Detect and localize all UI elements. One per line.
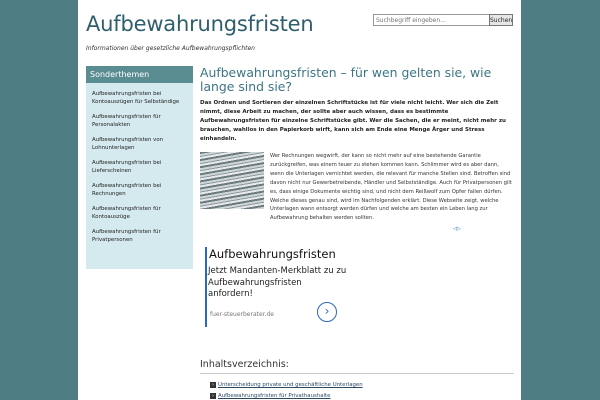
article-title: Aufbewahrungsfristen – für wen gelten si… — [200, 65, 492, 94]
page-container: Aufbewahrungsfristen Informationen über … — [78, 0, 521, 400]
document-stack-image — [200, 152, 264, 209]
sidebar-item-kontoauszuege[interactable]: Aufbewahrungsfristen für Kontoauszüge — [86, 205, 193, 221]
main-content: Aufbewahrungsfristen – für wen gelten si… — [200, 65, 516, 399]
ad-domain[interactable]: fuer-steuerberater.de — [210, 311, 274, 318]
sidebar: Sonderthemen Aufbewahrungsfristen bei Ko… — [86, 66, 193, 269]
article-intro: Das Ordnen und Sortieren der einzelnen S… — [200, 100, 506, 142]
chevron-right-icon[interactable]: › — [317, 302, 337, 322]
site-title[interactable]: Aufbewahrungsfristen — [86, 12, 314, 36]
ad-text[interactable]: Jetzt Mandanten-Merkblatt zu zu Aufbewah… — [207, 266, 348, 301]
toc-item-unterscheidung[interactable]: › Unterscheidung private und geschäftlic… — [210, 382, 363, 388]
toc-link[interactable]: Unterscheidung private und geschäftliche… — [218, 382, 363, 388]
arrow-bullet-icon: › — [210, 393, 216, 399]
search-button[interactable]: Suchen — [489, 14, 513, 26]
sidebar-item-personalakten[interactable]: Aufbewahrungsfristen für Personalakten — [86, 113, 193, 129]
sidebar-item-kontoauszuege-selbstaendige[interactable]: Aufbewahrungsfristen bei Kontoauszügen f… — [86, 90, 193, 106]
sidebar-item-lohnunterlagen[interactable]: Aufbewahrungsfristen von Lohnunterlagen — [86, 136, 193, 152]
toc-link[interactable]: Aufbewahrungsfristen für Privathaushalte — [218, 393, 330, 399]
sidebar-item-lieferscheine[interactable]: Aufbewahrungsfristen bei Lieferscheinen — [86, 159, 193, 175]
sidebar-item-rechnungen[interactable]: Aufbewahrungsfristen bei Rechnungen — [86, 182, 193, 198]
ad-choices-icon[interactable]: ◁▷ — [453, 226, 461, 232]
arrow-bullet-icon: › — [210, 382, 216, 388]
sidebar-heading: Sonderthemen — [86, 66, 193, 83]
toc-title: Inhaltsverzeichnis: — [200, 359, 514, 374]
article-body: Wer Rechnungen wegwirft, der kann so nic… — [270, 153, 512, 222]
site-tagline: Informationen über gesetzliche Aufbewahr… — [86, 45, 255, 52]
advertisement[interactable]: Aufbewahrungsfristen Jetzt Mandanten-Mer… — [205, 247, 348, 327]
toc-item-privathaushalte[interactable]: › Aufbewahrungsfristen für Privathaushal… — [210, 393, 330, 399]
search-input[interactable] — [373, 14, 490, 26]
sidebar-item-privatpersonen[interactable]: Aufbewahrungsfristen für Privatpersonen — [86, 228, 193, 244]
ad-title[interactable]: Aufbewahrungsfristen — [207, 247, 348, 261]
